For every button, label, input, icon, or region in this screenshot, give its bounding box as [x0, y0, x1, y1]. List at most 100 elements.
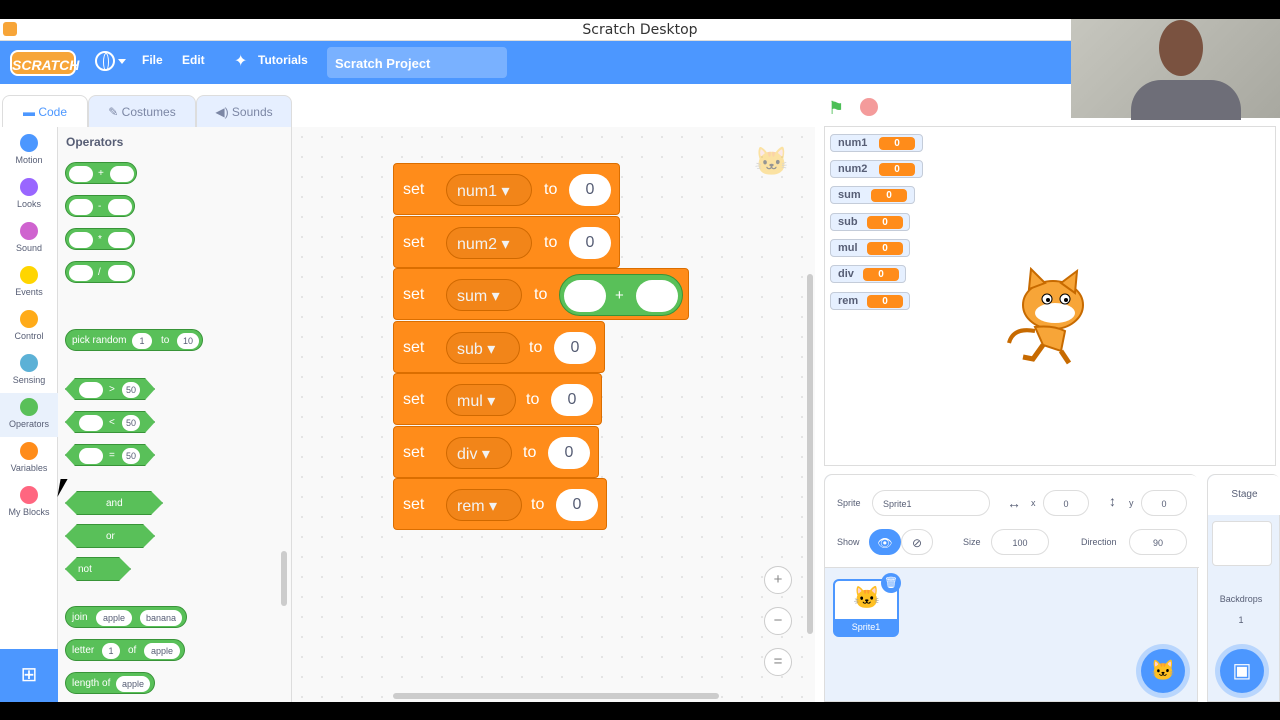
value-input[interactable]: 0	[551, 384, 593, 416]
brush-icon: ✎	[108, 105, 122, 119]
looks-dot-icon	[20, 178, 38, 196]
tutorials-menu[interactable]: Tutorials	[258, 53, 308, 67]
to-label: to	[526, 391, 540, 408]
greater-than-block[interactable]: >50	[65, 378, 155, 400]
to-label: to	[529, 339, 543, 356]
category-operators[interactable]: Operators	[0, 393, 58, 437]
letter-of-block[interactable]: letter 1 of apple	[65, 639, 185, 661]
stage[interactable]: num1 0 num2 0 sum 0 sub 0 mul 0 div 0 rem 0	[824, 126, 1276, 466]
equals-block[interactable]: = 50	[65, 444, 155, 466]
direction-label: Direction	[1081, 537, 1117, 547]
set-block[interactable]: set num1 ▾ to 0	[393, 163, 620, 215]
cat-thumbnail-icon: 🐱	[853, 585, 881, 610]
script-horizontal-scrollbar[interactable]	[393, 693, 719, 699]
set-block[interactable]: set num2 ▾ to 0	[393, 216, 620, 268]
variable-monitor: div 0	[830, 265, 906, 283]
add-extension-button[interactable]: ⊞	[0, 649, 58, 702]
edit-menu[interactable]: Edit	[182, 53, 205, 67]
variable-dropdown[interactable]: mul ▾	[446, 384, 516, 416]
value-input[interactable]: 0	[569, 174, 611, 206]
scratch-logo[interactable]: SCRATCH	[10, 50, 79, 76]
choose-backdrop-button[interactable]: ▣	[1220, 649, 1264, 693]
join-block[interactable]: join apple banana	[65, 606, 187, 628]
size-input[interactable]: 100	[991, 529, 1049, 555]
variable-dropdown[interactable]: rem ▾	[446, 489, 522, 521]
show-visible-button[interactable]: 👁	[869, 529, 901, 555]
language-globe-icon[interactable]	[95, 51, 115, 71]
category-events[interactable]: Events	[0, 261, 58, 297]
zoom-in-button[interactable]: +	[764, 566, 792, 594]
addend-input[interactable]	[564, 280, 606, 312]
variable-dropdown[interactable]: num2 ▾	[446, 227, 532, 259]
category-variables[interactable]: Variables	[0, 437, 58, 473]
pick-random-block[interactable]: pick random 1 to 10	[65, 329, 203, 351]
project-title-input[interactable]: Scratch Project	[327, 47, 507, 78]
stop-icon[interactable]	[860, 98, 878, 116]
category-motion[interactable]: Motion	[0, 129, 58, 165]
set-label: set	[403, 496, 425, 513]
x-label: x	[1031, 498, 1036, 508]
variable-monitor: num2 0	[830, 160, 923, 178]
y-input[interactable]: 0	[1141, 490, 1187, 516]
delete-sprite-icon[interactable]: 🗑	[881, 573, 901, 593]
zoom-out-button[interactable]: −	[764, 607, 792, 635]
set-block[interactable]: set rem ▾ to 0	[393, 478, 607, 530]
variable-monitor: num1 0	[830, 134, 923, 152]
set-block[interactable]: set mul ▾ to 0	[393, 373, 602, 425]
script-area[interactable]: 🐱 set num1 ▾ to 0 set num2 ▾ to 0 set su…	[292, 127, 815, 702]
tab-costumes[interactable]: ✎ Costumes	[88, 95, 196, 127]
choose-sprite-button[interactable]: 🐱	[1141, 649, 1185, 693]
category-sensing[interactable]: Sensing	[0, 349, 58, 385]
sprite-name-input[interactable]: Sprite1	[872, 490, 990, 516]
variable-dropdown[interactable]: div ▾	[446, 437, 512, 469]
sprite-info: Sprite Sprite1 ↔ x 0 ↕ y 0 Show 👁 ⊘ Size…	[825, 475, 1199, 568]
variable-dropdown[interactable]: sum ▾	[446, 279, 522, 311]
multiply-block[interactable]: *	[65, 228, 135, 250]
addend-input[interactable]	[636, 280, 678, 312]
to-label: to	[534, 286, 548, 303]
stage-selector[interactable]: Stage Backdrops 1 ▣	[1207, 474, 1280, 702]
category-control[interactable]: Control	[0, 305, 58, 341]
palette-scrollbar[interactable]	[281, 551, 287, 606]
to-label: to	[544, 181, 558, 198]
not-block[interactable]: not	[65, 557, 131, 581]
sprite-label: Sprite	[837, 498, 861, 508]
y-arrows-icon: ↕	[1109, 493, 1116, 509]
tab-sounds[interactable]: ◀) Sounds	[196, 95, 292, 127]
category-sound[interactable]: Sound	[0, 217, 58, 253]
chevron-down-icon[interactable]	[118, 59, 126, 64]
value-input[interactable]: 0	[556, 489, 598, 521]
length-of-block[interactable]: length of apple	[65, 672, 155, 694]
set-block[interactable]: set sub ▾ to 0	[393, 321, 605, 373]
file-menu[interactable]: File	[142, 53, 163, 67]
to-label: to	[531, 496, 545, 513]
direction-input[interactable]: 90	[1129, 529, 1187, 555]
x-input[interactable]: 0	[1043, 490, 1089, 516]
value-input[interactable]: 0	[569, 227, 611, 259]
value-input[interactable]: 0	[548, 437, 590, 469]
category-my-blocks[interactable]: My Blocks	[0, 481, 58, 517]
value-input[interactable]: 0	[554, 332, 596, 364]
subtract-block[interactable]: -	[65, 195, 135, 217]
variable-dropdown[interactable]: sub ▾	[446, 332, 520, 364]
add-block[interactable]: +	[65, 162, 137, 184]
category-label: Events	[15, 287, 43, 297]
category-looks[interactable]: Looks	[0, 173, 58, 209]
divide-block[interactable]: /	[65, 261, 135, 283]
green-flag-icon[interactable]: ⚑	[828, 98, 844, 119]
hide-sprite-button[interactable]: ⊘	[901, 529, 933, 555]
tab-code[interactable]: ▬ Code	[2, 95, 88, 127]
stage-thumbnail[interactable]	[1212, 521, 1272, 566]
and-block[interactable]: and	[65, 491, 163, 515]
speaker-icon: ◀)	[215, 105, 232, 119]
less-than-block[interactable]: <50	[65, 411, 155, 433]
set-block[interactable]: set div ▾ to 0	[393, 426, 599, 478]
variable-dropdown[interactable]: num1 ▾	[446, 174, 532, 206]
cat-sprite-icon[interactable]	[1003, 267, 1098, 367]
script-vertical-scrollbar[interactable]	[807, 274, 813, 634]
or-block[interactable]: or	[65, 524, 155, 548]
set-block[interactable]: set sum ▾ to +	[393, 268, 689, 320]
zoom-reset-button[interactable]: =	[764, 648, 792, 676]
set-label: set	[403, 444, 425, 461]
add-reporter-block[interactable]: +	[559, 274, 683, 316]
